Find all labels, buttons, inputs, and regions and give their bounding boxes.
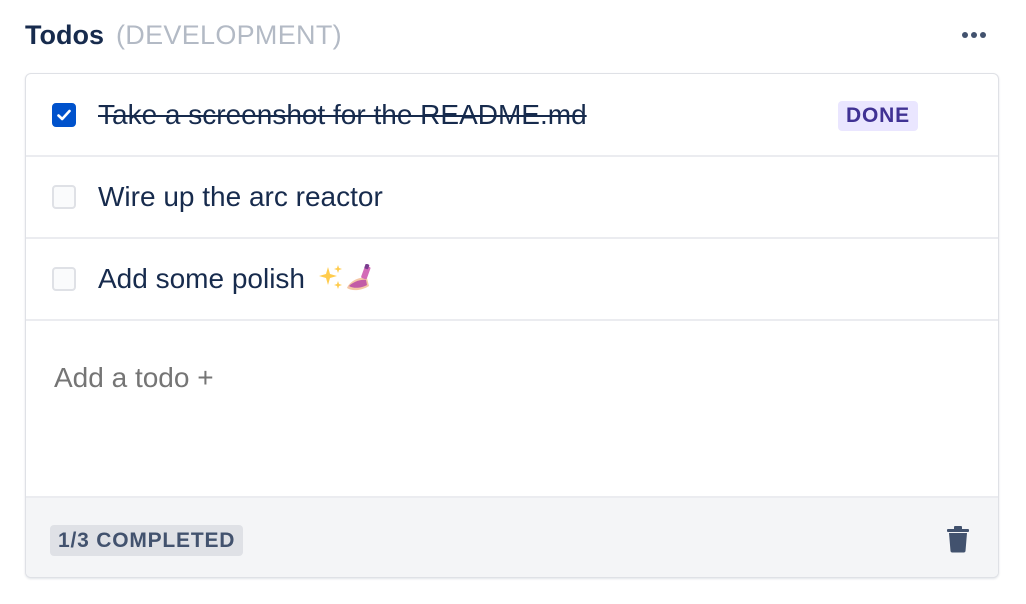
more-options-button[interactable] [957,22,991,48]
todo-checkbox[interactable] [52,266,76,291]
trash-icon [947,526,969,553]
todo-text[interactable]: Wire up the arc reactor [98,181,383,213]
delete-button[interactable] [946,525,970,553]
todo-text: Add some polish [98,262,313,294]
page-title: Todos [25,19,104,50]
more-horizontal-icon [962,32,986,38]
todo-card: Take a screenshot for the README.md DONE… [25,73,999,578]
todo-checkbox[interactable] [52,184,76,209]
add-todo-input[interactable] [54,362,454,394]
todo-item: Take a screenshot for the README.md DONE [26,74,998,157]
todo-item: Wire up the arc reactor [26,156,998,239]
todo-item: Add some polish [26,238,998,321]
sparkles-nail-polish-emoji-icon [318,263,371,290]
environment-label: (DEVELOPMENT) [115,19,342,50]
todo-text[interactable]: Take a screenshot for the README.md [98,99,587,131]
todos-header: Todos (DEVELOPMENT) [25,14,991,56]
completed-count-badge: 1/3 COMPLETED [50,525,244,556]
todo-text-wrapper[interactable]: Add some polish [98,263,373,295]
checkmark-icon [57,109,71,120]
todo-checkbox-checked[interactable] [52,102,76,127]
done-badge: DONE [838,101,918,131]
todo-footer: 1/3 COMPLETED [26,496,998,577]
add-todo-row [26,320,998,496]
